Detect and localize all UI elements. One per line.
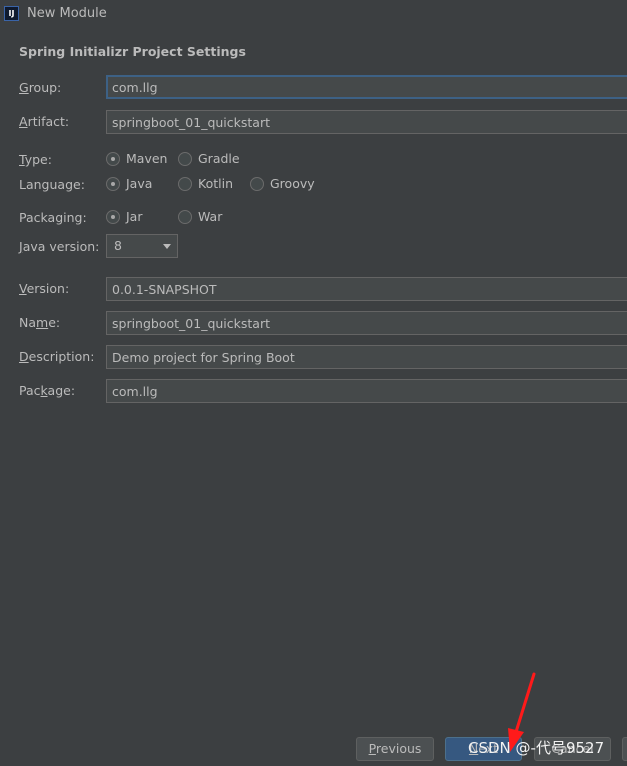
java-version-select[interactable]: 8	[106, 234, 178, 258]
radio-unselected-icon	[178, 210, 192, 224]
artifact-label: Artifact:	[19, 114, 70, 129]
artifact-input[interactable]	[106, 110, 627, 134]
group-label: Group:	[19, 80, 62, 95]
radio-unselected-icon	[250, 177, 264, 191]
language-label: Language:	[19, 177, 85, 192]
chevron-down-icon	[163, 244, 171, 249]
version-input[interactable]	[106, 277, 627, 301]
title-bar: IJ New Module	[0, 0, 627, 30]
type-label: Type:	[19, 152, 52, 167]
packaging-label: Packaging:	[19, 210, 87, 225]
radio-selected-icon	[106, 210, 120, 224]
java-version-label: Java version:	[19, 239, 100, 254]
previous-button[interactable]: Previous	[356, 737, 434, 761]
radio-unselected-icon	[178, 152, 192, 166]
window-title: New Module	[27, 6, 107, 21]
help-button-partial[interactable]	[622, 737, 627, 761]
name-input[interactable]	[106, 311, 627, 335]
red-arrow-icon	[508, 672, 536, 752]
intellij-app-icon: IJ	[4, 6, 19, 21]
description-label: Description:	[19, 349, 95, 364]
description-input[interactable]	[106, 345, 627, 369]
package-input[interactable]	[106, 379, 627, 403]
radio-unselected-icon	[178, 177, 192, 191]
package-label: Package:	[19, 383, 76, 398]
name-label: Name:	[19, 315, 61, 330]
version-label: Version:	[19, 281, 70, 296]
new-module-dialog: IJ New Module Spring Initializr Project …	[0, 0, 627, 766]
section-title: Spring Initializr Project Settings	[19, 44, 246, 59]
radio-selected-icon	[106, 152, 120, 166]
radio-selected-icon	[106, 177, 120, 191]
group-input[interactable]	[106, 75, 627, 99]
